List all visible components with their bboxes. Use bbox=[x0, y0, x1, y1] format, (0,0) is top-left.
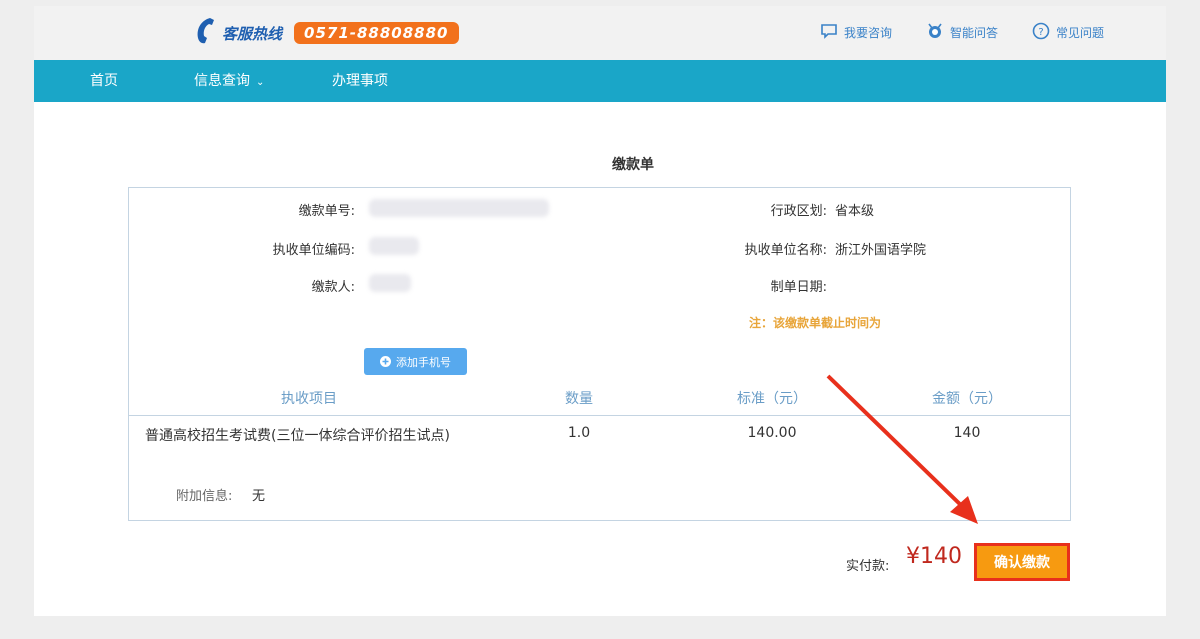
faq-link[interactable]: ? 常见问题 bbox=[1032, 22, 1104, 43]
paid-amount: ¥140 bbox=[906, 544, 962, 569]
unit-name-label: 执收单位名称: bbox=[744, 243, 827, 258]
svg-text:?: ? bbox=[1038, 27, 1043, 38]
paid-label: 实付款: bbox=[846, 559, 890, 574]
confirm-payment-button[interactable]: 确认缴款 bbox=[974, 543, 1070, 581]
table-cell-quantity: 1.0 bbox=[567, 425, 591, 441]
table-header-quantity: 数量 bbox=[565, 391, 593, 407]
nav-affairs-label: 办理事项 bbox=[332, 73, 388, 89]
add-phone-label: 添加手机号 bbox=[396, 355, 451, 369]
table-divider bbox=[129, 415, 1070, 416]
chat-icon bbox=[820, 22, 838, 43]
table-header-standard: 标准（元） bbox=[737, 391, 807, 407]
nav-home-label: 首页 bbox=[90, 73, 118, 89]
main-nav: 首页 信息查询 ⌄ 办理事项 bbox=[34, 60, 1166, 102]
chevron-down-icon: ⌄ bbox=[256, 77, 265, 88]
consult-label: 我要咨询 bbox=[843, 26, 892, 40]
smart-qa-link[interactable]: 智能问答 bbox=[926, 22, 998, 43]
bill-title: 缴款单 bbox=[612, 157, 654, 173]
nav-affairs[interactable]: 办理事项 bbox=[332, 60, 388, 102]
robot-icon bbox=[926, 22, 944, 43]
question-icon: ? bbox=[1032, 22, 1050, 43]
top-bar: 客服热线 0571-88808880 我要咨询 智能问答 ? 常见问题 bbox=[34, 6, 1166, 60]
table-header-item: 执收项目 bbox=[281, 391, 337, 407]
region-label: 行政区划: bbox=[770, 204, 827, 219]
nav-info-query[interactable]: 信息查询 ⌄ bbox=[194, 60, 264, 102]
table-cell-amount: 140 bbox=[953, 425, 981, 441]
nav-home[interactable]: 首页 bbox=[90, 60, 118, 102]
phone-icon bbox=[192, 16, 218, 50]
table-header-amount: 金额（元） bbox=[932, 391, 1002, 407]
unit-code-value-blurred bbox=[369, 237, 419, 255]
confirm-payment-label: 确认缴款 bbox=[994, 555, 1050, 571]
unit-code-label: 执收单位编码: bbox=[272, 243, 355, 258]
consult-link[interactable]: 我要咨询 bbox=[820, 22, 892, 43]
bill-no-label: 缴款单号: bbox=[298, 204, 355, 219]
table-cell-item: 普通高校招生考试费(三位一体综合评价招生试点) bbox=[145, 428, 450, 444]
faq-label: 常见问题 bbox=[1055, 26, 1104, 40]
top-links: 我要咨询 智能问答 ? 常见问题 bbox=[820, 22, 1104, 43]
table-cell-standard: 140.00 bbox=[747, 425, 797, 441]
extra-info-label: 附加信息: bbox=[176, 489, 233, 504]
payer-label: 缴款人: bbox=[311, 280, 355, 295]
nav-info-query-label: 信息查询 bbox=[194, 73, 250, 89]
smart-qa-label: 智能问答 bbox=[949, 26, 998, 40]
payer-value-blurred bbox=[369, 274, 411, 292]
extra-info-value: 无 bbox=[252, 489, 266, 504]
add-phone-button[interactable]: 添加手机号 bbox=[364, 348, 467, 375]
bill-no-value-blurred bbox=[369, 199, 549, 217]
hotline-label: 客服热线 bbox=[222, 24, 283, 43]
bill-box: 缴款单号: 执收单位编码: 缴款人: 行政区划: 省本级 执收单位名称: 浙江外… bbox=[128, 187, 1071, 521]
content-panel: 缴款单 缴款单号: 执收单位编码: 缴款人: 行政区划: 省本级 执收单位名称:… bbox=[34, 102, 1166, 616]
date-label: 制单日期: bbox=[770, 280, 827, 295]
plus-circle-icon bbox=[380, 356, 391, 367]
region-value: 省本级 bbox=[835, 204, 875, 219]
deadline-note: 注：该缴款单截止时间为 bbox=[749, 316, 882, 330]
hotline-number: 0571-88808880 bbox=[294, 22, 459, 44]
unit-name-value: 浙江外国语学院 bbox=[835, 243, 927, 258]
hotline: 客服热线 0571-88808880 bbox=[192, 16, 459, 50]
